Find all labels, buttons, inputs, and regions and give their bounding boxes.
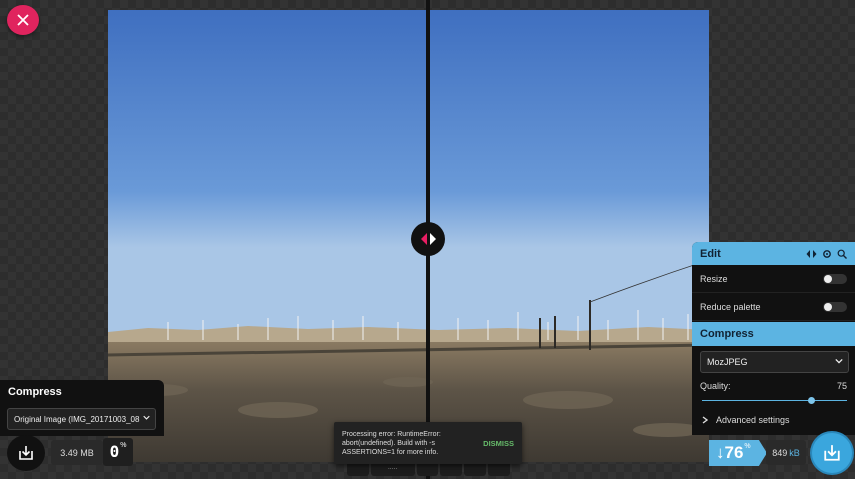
error-toast: Processing error: RuntimeError: abort(un… — [334, 422, 522, 464]
more-button[interactable] — [488, 464, 511, 476]
savings-value: 76 — [724, 443, 744, 462]
resize-toggle[interactable] — [823, 274, 847, 284]
original-size: 3.49 MB — [51, 440, 103, 465]
quality-slider[interactable] — [702, 397, 847, 405]
codec-select[interactable]: MozJPEG — [700, 351, 849, 373]
zoom-in-button[interactable] — [416, 464, 439, 476]
compressed-size: 849 kB — [766, 440, 806, 465]
toast-message: Processing error: RuntimeError: abort(un… — [342, 430, 441, 456]
reduce-palette-toggle[interactable] — [823, 302, 847, 312]
quality-label: Quality: — [700, 381, 731, 391]
preview-photo — [108, 10, 709, 462]
zoom-out-button[interactable] — [347, 464, 369, 476]
source-codec-select[interactable]: Original Image (IMG_20171003_08 — [7, 408, 156, 430]
resize-option[interactable]: Resize — [692, 266, 855, 293]
chevron-down-icon — [835, 357, 843, 367]
edit-header: Edit — [692, 242, 855, 265]
dismiss-button[interactable]: DISMISS — [483, 439, 514, 448]
background-toggle-button[interactable] — [464, 464, 487, 476]
savings-badge: ↓ 76 % — [709, 440, 767, 466]
download-icon — [824, 445, 840, 461]
reduce-palette-label: Reduce palette — [700, 302, 761, 312]
original-percent: 0 % — [103, 438, 133, 466]
zoom-value[interactable]: ..... — [370, 464, 415, 476]
savings-arrow: ↓ — [716, 443, 725, 462]
download-compressed-button[interactable] — [812, 433, 852, 473]
savings-unit: % — [744, 443, 751, 450]
download-original-button[interactable] — [7, 435, 45, 471]
left-panel-title: Compress — [8, 386, 62, 398]
original-percent-unit: % — [120, 442, 127, 449]
source-codec-value: Original Image (IMG_20171003_08 — [14, 415, 140, 424]
compressed-size-value: 849 — [772, 447, 788, 458]
codec-value: MozJPEG — [707, 357, 748, 367]
settings-icon[interactable] — [822, 249, 832, 259]
resize-label: Resize — [700, 274, 728, 284]
zoom-icon[interactable] — [837, 249, 847, 259]
advanced-settings-toggle[interactable]: Advanced settings — [692, 405, 855, 425]
preview-image[interactable] — [108, 10, 709, 462]
compress-header: Compress — [692, 322, 855, 346]
quality-row: Quality: 75 — [692, 373, 855, 391]
chevron-down-icon — [143, 414, 150, 423]
quality-value[interactable]: 75 — [837, 381, 847, 391]
close-icon — [17, 14, 29, 26]
zoom-toolbar: ..... — [347, 464, 511, 476]
left-options-panel: Compress Original Image (IMG_20171003_08 — [0, 380, 164, 436]
arrow-right-icon — [429, 233, 436, 245]
rotate-button[interactable] — [440, 464, 463, 476]
edit-title: Edit — [700, 247, 721, 260]
quality-slider-thumb[interactable] — [807, 397, 815, 404]
compare-icon[interactable] — [806, 249, 817, 259]
compare-handle[interactable] — [411, 222, 445, 256]
reduce-palette-option[interactable]: Reduce palette — [692, 294, 855, 321]
arrow-left-icon — [420, 233, 427, 245]
compressed-size-unit: kB — [789, 447, 800, 458]
chevron-right-icon — [702, 416, 708, 424]
right-options-panel: Edit Resize Reduce palette Compress MozJ… — [692, 242, 855, 435]
original-percent-value: 0 — [109, 442, 120, 461]
download-icon — [19, 446, 33, 460]
close-button[interactable] — [7, 5, 39, 35]
advanced-settings-label: Advanced settings — [716, 415, 790, 425]
